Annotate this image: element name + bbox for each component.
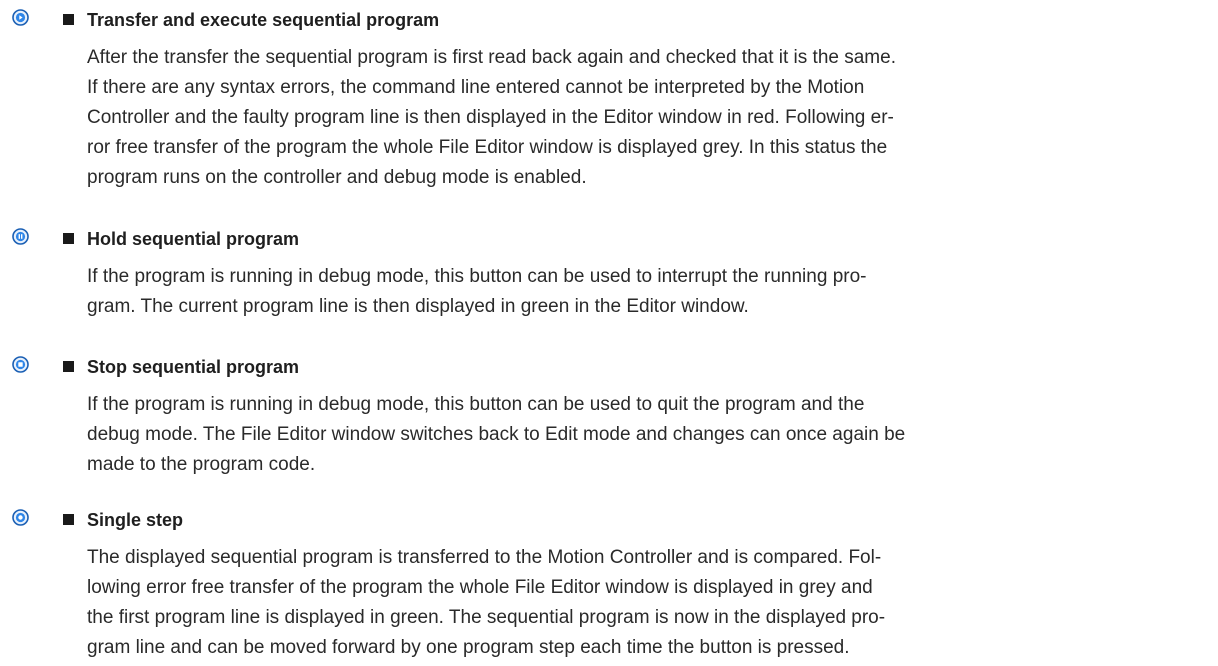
section-heading: Stop sequential program	[87, 357, 300, 377]
section-body: The displayed sequential program is tran…	[87, 543, 1197, 663]
section-heading: Transfer and execute sequential program	[87, 10, 440, 30]
section-heading: Hold sequential program	[87, 229, 300, 249]
body-line: The displayed sequential program is tran…	[87, 547, 882, 568]
bullet-square	[63, 233, 74, 244]
body-line: program runs on the controller and debug…	[87, 167, 587, 188]
body-line: After the transfer the sequential progra…	[87, 47, 896, 68]
body-line: Controller and the faulty program line i…	[87, 107, 894, 128]
body-line: If there are any syntax errors, the comm…	[87, 77, 865, 98]
bullet-square	[63, 361, 74, 372]
body-line: gram. The current program line is then d…	[87, 296, 749, 317]
bullet-square	[63, 14, 74, 25]
pause-circle-icon[interactable]	[12, 228, 29, 245]
body-line: gram line and can be moved forward by on…	[87, 637, 850, 658]
body-line: debug mode. The File Editor window switc…	[87, 424, 906, 445]
section-body: If the program is running in debug mode,…	[87, 262, 1197, 322]
body-line: lowing error free transfer of the progra…	[87, 577, 873, 598]
body-line: If the program is running in debug mode,…	[87, 394, 865, 415]
bullet-square	[63, 514, 74, 525]
section-body: If the program is running in debug mode,…	[87, 390, 1197, 480]
section-body: After the transfer the sequential progra…	[87, 43, 1197, 193]
body-line: If the program is running in debug mode,…	[87, 266, 867, 287]
body-line: ror free transfer of the program the who…	[87, 137, 888, 158]
section-heading: Single step	[87, 510, 184, 530]
play-circle-icon[interactable]	[12, 9, 29, 26]
step-circle-icon[interactable]	[12, 509, 29, 526]
stop-circle-icon[interactable]	[12, 356, 29, 373]
body-line: the first program line is displayed in g…	[87, 607, 886, 628]
body-line: made to the program code.	[87, 454, 316, 475]
